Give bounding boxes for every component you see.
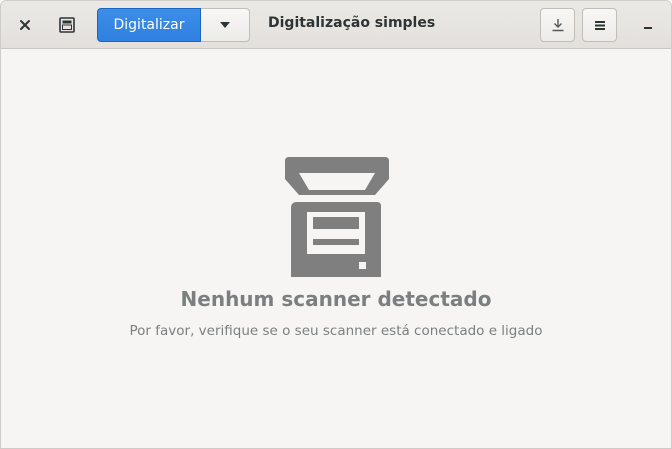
save-button[interactable] xyxy=(540,8,575,42)
headerbar: Digitalizar Digitalização simples xyxy=(1,1,671,49)
photo-mode-icon xyxy=(59,17,75,33)
app-window: Digitalizar Digitalização simples Nenhum… xyxy=(0,0,672,449)
chevron-down-icon xyxy=(220,22,230,28)
scan-options-dropdown[interactable] xyxy=(201,8,250,42)
close-button[interactable] xyxy=(9,9,41,41)
scanner-icon xyxy=(285,157,389,277)
close-icon xyxy=(20,20,30,30)
empty-state-title: Nenhum scanner detectado xyxy=(180,287,492,311)
main-menu-button[interactable] xyxy=(582,8,617,42)
window-title: Digitalização simples xyxy=(268,15,436,31)
photo-mode-button[interactable] xyxy=(51,9,83,41)
download-icon xyxy=(552,19,563,32)
minimize-icon xyxy=(644,27,652,29)
scan-button-group: Digitalizar xyxy=(97,8,250,42)
hamburger-menu-icon xyxy=(594,21,605,30)
scan-button[interactable]: Digitalizar xyxy=(97,8,201,42)
main-content: Nenhum scanner detectado Por favor, veri… xyxy=(1,49,671,448)
minimize-button[interactable] xyxy=(632,9,664,41)
empty-state-description: Por favor, verifique se o seu scanner es… xyxy=(129,323,543,339)
